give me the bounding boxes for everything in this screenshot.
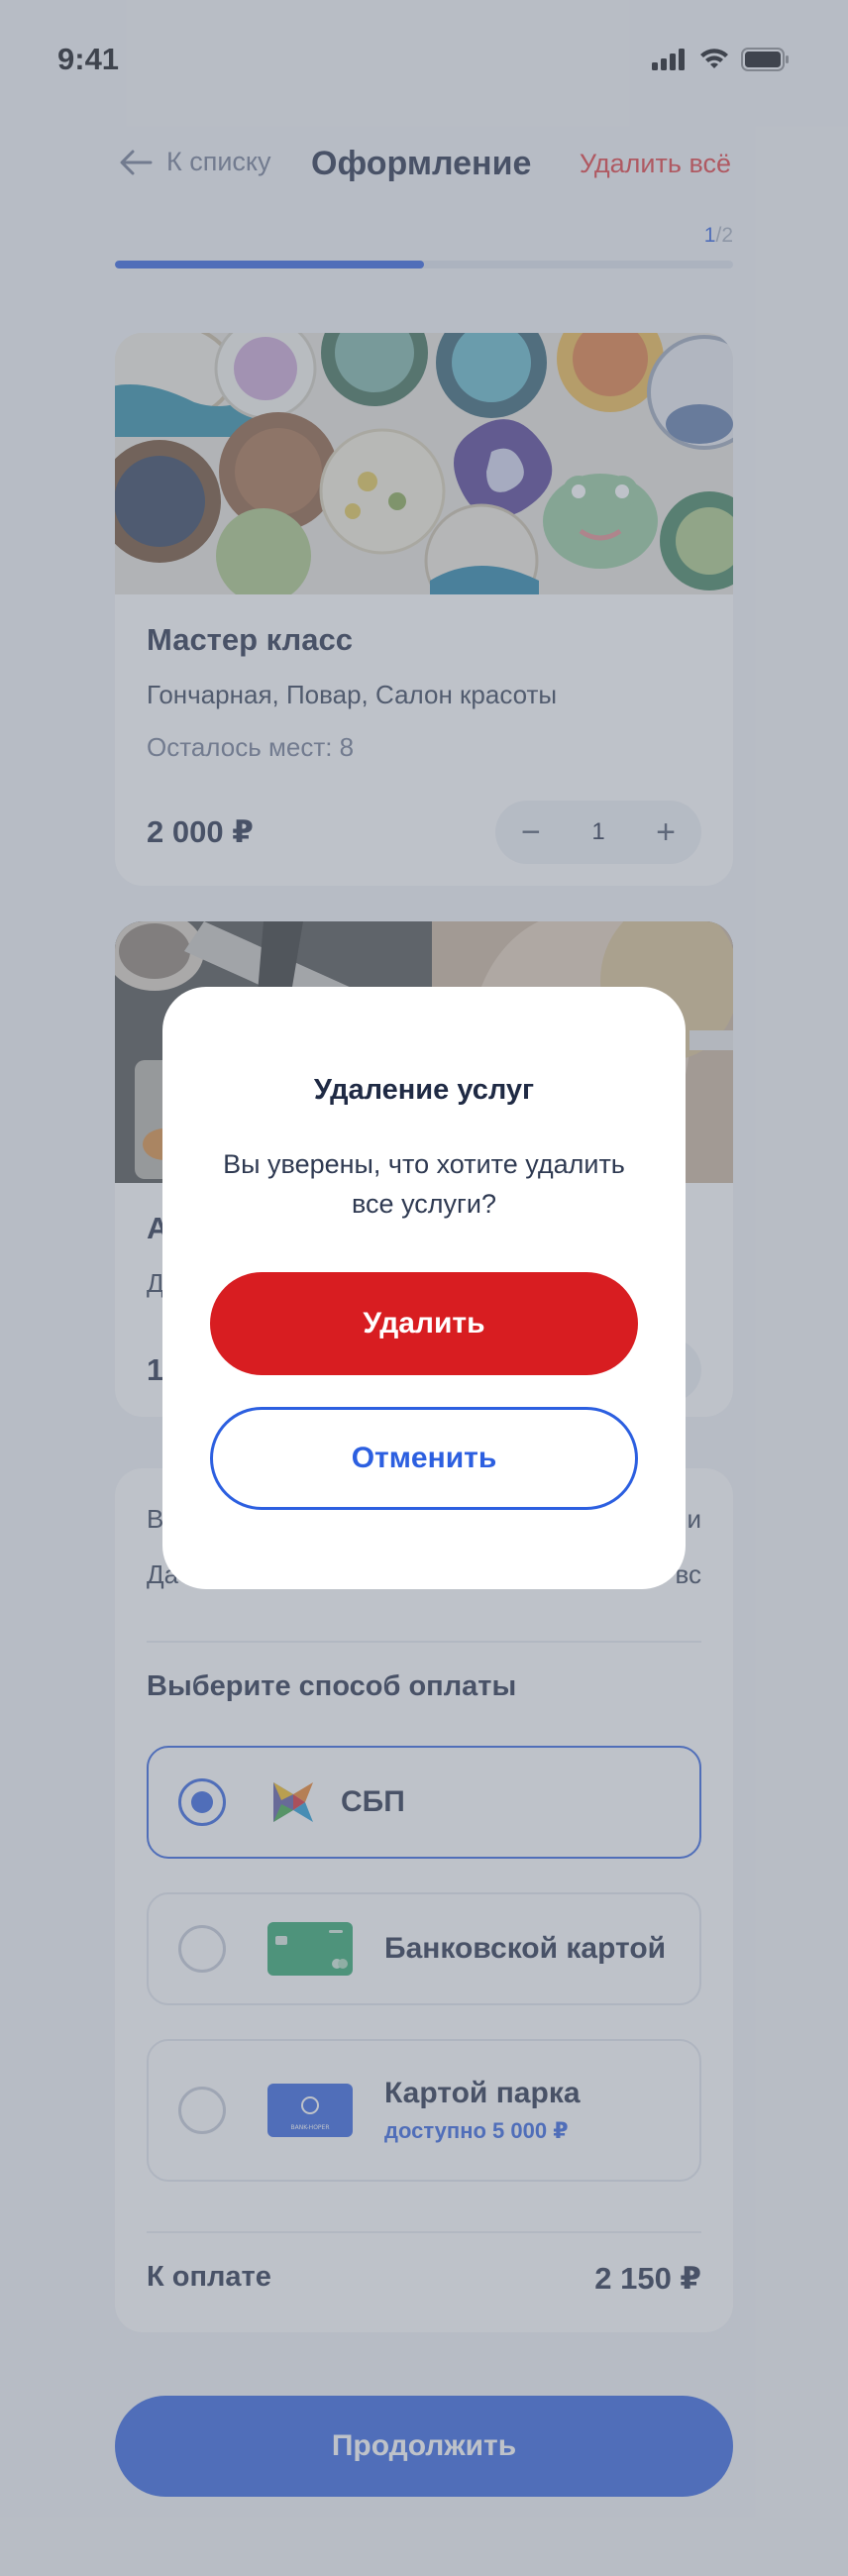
cancel-button[interactable]: Отменить <box>210 1407 638 1510</box>
delete-confirm-dialog: Удаление услуг Вы уверены, что хотите уд… <box>162 987 686 1589</box>
confirm-delete-button[interactable]: Удалить <box>210 1272 638 1375</box>
dialog-title: Удаление услуг <box>313 1074 535 1106</box>
dialog-message: Вы уверены, что хотите удалить все услуг… <box>223 1149 625 1219</box>
